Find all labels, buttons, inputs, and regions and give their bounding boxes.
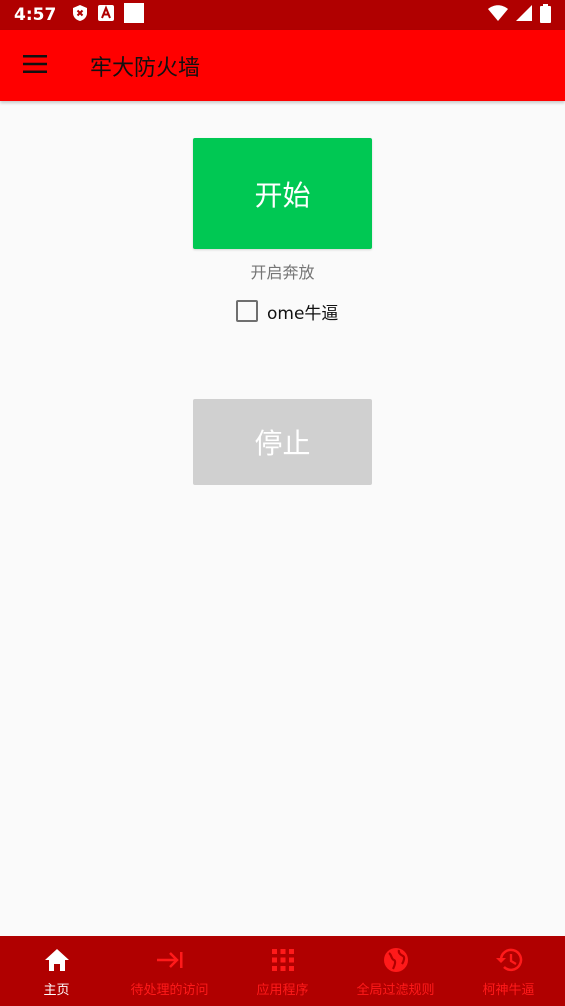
apps-grid-icon xyxy=(269,946,297,974)
nav-item-pending-access[interactable]: 待处理的访问 xyxy=(113,936,226,1006)
status-bar: 4:57 xyxy=(0,0,565,30)
font-a-icon xyxy=(98,5,115,25)
main-content: 开始 开启奔放 ome牛逼 停止 xyxy=(0,101,565,936)
status-system-icons xyxy=(488,3,551,27)
nav-label-pending-access: 待处理的访问 xyxy=(130,983,209,998)
bottom-navigation: 主页 待处理的访问 应用程序 全局过滤规则 柯神牛逼 xyxy=(0,936,565,1006)
nav-label-home: 主页 xyxy=(43,983,70,998)
app-title: 牢大防火墙 xyxy=(90,55,201,81)
blank-square-icon xyxy=(124,3,145,27)
wifi-icon xyxy=(488,5,508,25)
nav-label-global-rules: 全局过滤规则 xyxy=(356,983,435,998)
nav-item-kobe[interactable]: 柯神牛逼 xyxy=(452,936,565,1006)
ome-checkbox[interactable] xyxy=(236,300,258,322)
app-bar: 牢大防火墙 xyxy=(0,30,565,101)
start-button[interactable]: 开始 xyxy=(193,138,372,249)
home-icon xyxy=(43,946,71,974)
status-notification-icons xyxy=(72,3,145,27)
status-time: 4:57 xyxy=(14,5,57,25)
ome-checkbox-row[interactable]: ome牛逼 xyxy=(236,299,338,324)
stop-button[interactable]: 停止 xyxy=(193,399,372,485)
hamburger-menu-icon xyxy=(23,54,47,77)
history-icon xyxy=(495,946,523,974)
start-caption: 开启奔放 xyxy=(250,263,315,282)
shield-x-icon xyxy=(72,4,88,26)
globe-icon xyxy=(382,946,410,974)
nav-item-apps[interactable]: 应用程序 xyxy=(226,936,339,1006)
menu-button[interactable] xyxy=(0,30,70,101)
signal-icon xyxy=(516,5,532,25)
nav-label-kobe: 柯神牛逼 xyxy=(482,983,535,998)
battery-icon xyxy=(540,3,551,27)
nav-item-home[interactable]: 主页 xyxy=(0,936,113,1006)
arrow-to-bar-icon xyxy=(156,946,184,974)
ome-checkbox-label[interactable]: ome牛逼 xyxy=(267,299,338,324)
nav-label-apps: 应用程序 xyxy=(256,983,309,998)
nav-item-global-rules[interactable]: 全局过滤规则 xyxy=(339,936,452,1006)
